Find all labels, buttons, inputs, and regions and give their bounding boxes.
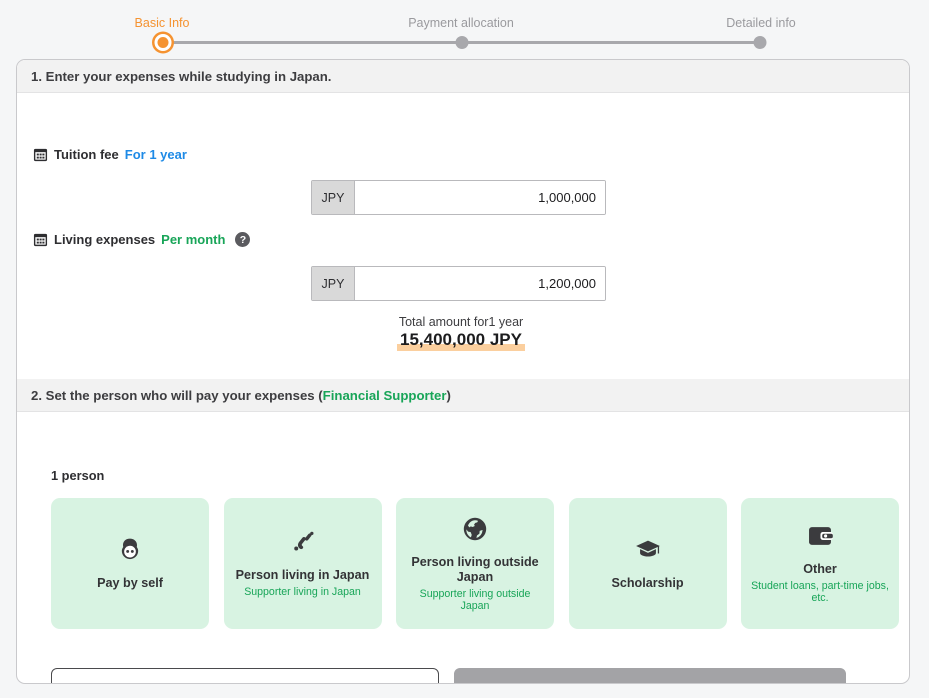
form-card: 1. Enter your expenses while studying in… xyxy=(16,59,910,684)
progress-stepper: Basic Info Payment allocation Detailed i… xyxy=(0,0,929,56)
option-title: Person living in Japan xyxy=(235,568,370,583)
stepper-dot-basic-info[interactable] xyxy=(154,34,172,51)
tuition-fee-currency: JPY xyxy=(312,181,355,214)
option-card-person-living-in-japan[interactable]: Person living in Japan Supporter living … xyxy=(223,498,382,629)
section-2-heading-prefix: 2. Set the person who will pay your expe… xyxy=(31,387,323,403)
person-face-icon xyxy=(116,536,144,569)
option-subtitle: Supporter living outside Japan xyxy=(419,587,531,612)
section-2-heading-suffix: ) xyxy=(446,387,451,403)
stepper-track-2 xyxy=(462,41,760,44)
form-actions: Return Save and continue xyxy=(51,668,846,683)
save-and-continue-button[interactable]: Save and continue xyxy=(454,668,846,683)
supporter-options: Pay by self Person living in Japan Suppo… xyxy=(51,498,899,629)
section-1-heading-text: 1. Enter your expenses while studying in… xyxy=(31,68,332,84)
japan-map-icon xyxy=(289,528,317,561)
tuition-fee-input-group[interactable]: JPY xyxy=(311,180,606,215)
stepper-track-1 xyxy=(163,41,462,44)
wallet-icon xyxy=(806,522,834,555)
total-amount-caption: Total amount for1 year xyxy=(398,315,524,329)
option-card-person-living-outside-japan[interactable]: Person living outside Japan Supporter li… xyxy=(396,498,554,629)
option-card-pay-by-self[interactable]: Pay by self xyxy=(51,498,209,629)
tuition-fee-input[interactable] xyxy=(355,181,605,214)
option-subtitle: Supporter living in Japan xyxy=(244,586,361,599)
return-button[interactable]: Return xyxy=(51,668,439,683)
tuition-fee-period: For 1 year xyxy=(124,147,187,162)
stepper-dot-detailed-info[interactable] xyxy=(753,36,767,49)
section-2-heading: 2. Set the person who will pay your expe… xyxy=(17,379,909,412)
section-1-body: Tuition fee For 1 year JPY Living expens… xyxy=(17,93,909,379)
calendar-icon xyxy=(33,233,48,247)
living-expenses-period: Per month xyxy=(161,232,226,247)
help-icon[interactable]: ? xyxy=(235,232,251,247)
living-expenses-label-text: Living expenses xyxy=(54,232,156,247)
supporter-count-label: 1 person xyxy=(51,468,105,483)
stepper-label-payment-allocation[interactable]: Payment allocation xyxy=(408,16,514,30)
option-title: Scholarship xyxy=(611,576,684,591)
living-expenses-input-group[interactable]: JPY xyxy=(311,266,606,301)
stepper-dot-payment-allocation[interactable] xyxy=(455,36,469,49)
living-expenses-input[interactable] xyxy=(355,267,605,300)
option-subtitle: Student loans, part-time jobs, etc. xyxy=(751,580,889,605)
globe-icon xyxy=(461,515,489,548)
calendar-icon xyxy=(33,148,48,162)
total-amount-value: 15,400,000 JPY xyxy=(397,330,525,351)
option-title: Other xyxy=(803,562,837,577)
tuition-fee-label-text: Tuition fee xyxy=(54,147,119,162)
option-title: Pay by self xyxy=(97,576,163,591)
tuition-fee-label: Tuition fee For 1 year xyxy=(33,147,187,162)
stepper-label-basic-info[interactable]: Basic Info xyxy=(135,16,190,30)
stepper-label-detailed-info[interactable]: Detailed info xyxy=(726,16,796,30)
total-amount-block: Total amount for1 year 15,400,000 JPY xyxy=(311,315,611,351)
financial-supporter-link[interactable]: Financial Supporter xyxy=(323,388,447,403)
option-card-scholarship[interactable]: Scholarship xyxy=(568,498,727,629)
living-expenses-currency: JPY xyxy=(312,267,355,300)
section-1-heading: 1. Enter your expenses while studying in… xyxy=(17,60,909,93)
graduation-cap-icon xyxy=(634,536,662,569)
living-expenses-label: Living expenses Per month ? xyxy=(33,232,251,247)
option-card-other[interactable]: Other Student loans, part-time jobs, etc… xyxy=(741,498,899,629)
option-title: Person living outside Japan xyxy=(411,554,539,584)
